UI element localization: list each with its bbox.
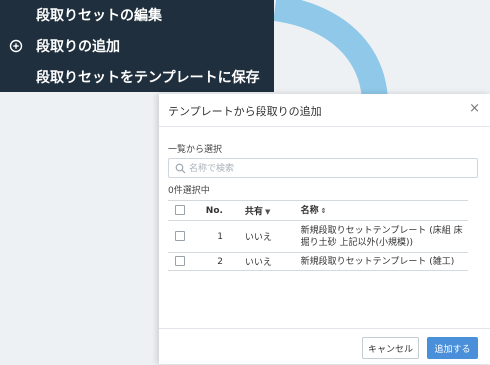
table-row[interactable]: 1 いいえ 新規段取りセットテンプレート (床組 床掘り土砂 上記以外(小規模)… xyxy=(168,220,468,253)
menu-item-add-setup[interactable]: 段取りの追加 xyxy=(0,31,274,61)
row-shared: いいえ xyxy=(228,252,293,271)
select-all-cell xyxy=(168,200,193,221)
context-menu: 段取りセットの編集 段取りの追加 段取りセットをテンプレートに保存 xyxy=(0,0,274,92)
dialog-footer: キャンセル 追加する xyxy=(159,328,490,365)
row-checkbox[interactable] xyxy=(175,231,186,242)
selected-count: 0件選択中 xyxy=(168,186,210,196)
column-header-name[interactable]: 名称 ⇕ xyxy=(292,200,468,221)
search-field[interactable] xyxy=(168,158,478,178)
row-name: 新規段取りセットテンプレート (雑工) xyxy=(292,252,468,271)
search-icon xyxy=(175,163,186,174)
menu-item-edit-setup-set[interactable]: 段取りセットの編集 xyxy=(0,0,274,30)
add-button[interactable]: 追加する xyxy=(427,337,478,359)
select-from-list-label: 一覧から選択 xyxy=(168,145,223,155)
column-header-no: No. xyxy=(192,200,229,221)
row-shared: いいえ xyxy=(228,220,293,253)
menu-item-save-as-template[interactable]: 段取りセットをテンプレートに保存 xyxy=(0,62,274,92)
dialog-title: テンプレートから段取りの追加 xyxy=(168,105,322,118)
sort-desc-icon: ▼ xyxy=(264,208,271,216)
menu-item-label: 段取りセットの編集 xyxy=(36,8,162,24)
row-checkbox[interactable] xyxy=(175,256,186,267)
cancel-button[interactable]: キャンセル xyxy=(362,337,419,359)
search-input[interactable] xyxy=(187,160,471,178)
menu-item-label: 段取りの追加 xyxy=(36,39,120,55)
sort-both-icon: ⇕ xyxy=(320,206,327,215)
menu-item-label: 段取りセットをテンプレートに保存 xyxy=(36,70,260,86)
plus-circle-icon xyxy=(8,38,24,54)
row-check-cell xyxy=(168,220,193,253)
dialog-header: テンプレートから段取りの追加 × xyxy=(159,94,490,127)
close-icon[interactable]: × xyxy=(469,101,480,116)
select-all-checkbox[interactable] xyxy=(175,205,186,216)
row-no: 1 xyxy=(192,220,229,253)
table-row[interactable]: 2 いいえ 新規段取りセットテンプレート (雑工) xyxy=(168,252,468,271)
row-no: 2 xyxy=(192,252,229,271)
row-check-cell xyxy=(168,252,193,271)
add-from-template-dialog: テンプレートから段取りの追加 × 一覧から選択 0件選択中 No. 共有▼ 名称… xyxy=(159,94,490,364)
column-header-shared[interactable]: 共有 ▼ xyxy=(228,200,293,221)
row-name: 新規段取りセットテンプレート (床組 床掘り土砂 上記以外(小規模)) xyxy=(292,220,468,253)
template-table: No. 共有 ▼ 名称 ⇕ 1 いいえ 新規段取りセットテンプレート (床組 床掘り… xyxy=(168,200,468,271)
table-header-row: No. 共有 ▼ 名称 ⇕ xyxy=(168,200,468,221)
